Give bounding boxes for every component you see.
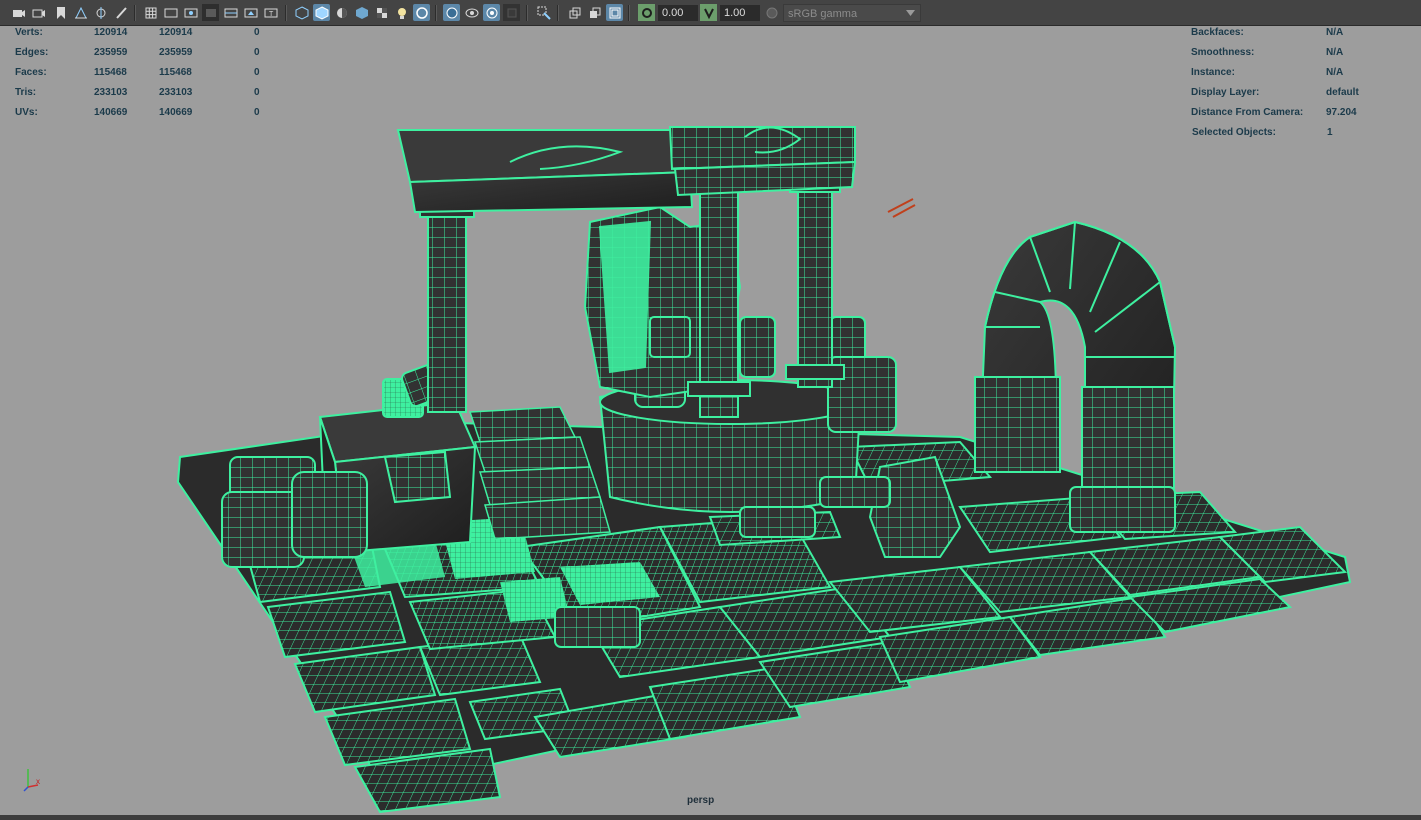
hud-value: N/A: [1326, 67, 1344, 78]
resolution-gate-icon[interactable]: [182, 4, 199, 21]
safe-title-icon[interactable]: T: [262, 4, 279, 21]
exposure-field[interactable]: 0.00: [658, 5, 698, 21]
xray-active-icon[interactable]: [443, 4, 460, 21]
hud-value: 1: [1327, 127, 1333, 138]
hud-value: 115468: [159, 67, 192, 78]
hud-value: N/A: [1326, 47, 1344, 58]
gate-mask-icon[interactable]: [202, 4, 219, 21]
textured-icon[interactable]: [353, 4, 370, 21]
bookmark-icon[interactable]: [52, 4, 69, 21]
color-space-value: sRGB gamma: [788, 8, 858, 20]
motion-blur-icon[interactable]: [586, 4, 603, 21]
hud-label-uvs: UVs:: [15, 107, 38, 118]
camera-attributes-icon[interactable]: [30, 4, 47, 21]
field-chart-icon[interactable]: [222, 4, 239, 21]
hud-value: 0: [254, 107, 260, 118]
hud-value: 97.204: [1326, 107, 1357, 118]
hud-label-instance: Instance:: [1191, 67, 1235, 78]
hud-value: 140669: [159, 107, 193, 118]
camera-name-label: persp: [687, 795, 715, 806]
hud-label-edges: Edges:: [15, 47, 49, 58]
axis-gizmo: x: [23, 769, 40, 792]
hud-value: 0: [254, 87, 260, 98]
hud-value: default: [1326, 87, 1359, 98]
camera-icon[interactable]: [10, 4, 27, 21]
hud-label-verts: Verts:: [15, 27, 43, 38]
grid-snap-icon[interactable]: [92, 4, 109, 21]
backface-icon[interactable]: [483, 4, 500, 21]
grid-icon[interactable]: [142, 4, 159, 21]
hud-value: 0: [254, 27, 260, 38]
xray-icon[interactable]: [413, 4, 430, 21]
lighting-icon[interactable]: [393, 4, 410, 21]
hud-value: 235959: [94, 47, 128, 58]
highlight-icon[interactable]: [535, 4, 552, 21]
default-material-icon[interactable]: [333, 4, 350, 21]
smooth-shade-icon[interactable]: [313, 4, 330, 21]
hud-value: 140669: [94, 107, 128, 118]
color-management-icon[interactable]: [763, 4, 780, 21]
light-gizmo[interactable]: [887, 198, 916, 218]
hud-value: 235959: [159, 47, 193, 58]
exposure-toggle-icon[interactable]: [638, 4, 655, 21]
grease-pencil-icon[interactable]: [112, 4, 129, 21]
viewport-toolbar: T 0.00 1.00 sRGB gamma: [0, 0, 1421, 26]
hud-label-smoothness: Smoothness:: [1191, 47, 1255, 58]
hud-value: 233103: [94, 87, 128, 98]
hud-value: 115468: [94, 67, 127, 78]
safe-action-icon[interactable]: [242, 4, 259, 21]
exposure-icon[interactable]: [606, 4, 623, 21]
svg-text:T: T: [269, 11, 274, 18]
hud-value: 233103: [159, 87, 193, 98]
hud-label-selected-objects: Selected Objects:: [1192, 127, 1276, 138]
image-plane-icon[interactable]: [72, 4, 89, 21]
toolbar-separator: [435, 5, 437, 21]
viewport-bottom-border: [0, 815, 1421, 820]
gamma-icon[interactable]: [700, 4, 717, 21]
film-gate-icon[interactable]: [162, 4, 179, 21]
isolate-select-icon[interactable]: [503, 4, 520, 21]
hud-value: 120914: [159, 27, 193, 38]
color-space-dropdown[interactable]: sRGB gamma: [783, 4, 921, 22]
axis-x-label: x: [36, 777, 40, 786]
toolbar-separator: [557, 5, 559, 21]
hud-label-backfaces: Backfaces:: [1191, 27, 1244, 38]
wireframe-icon[interactable]: [293, 4, 310, 21]
shadows-icon[interactable]: [373, 4, 390, 21]
toolbar-separator: [285, 5, 287, 21]
xray-joints-icon[interactable]: [463, 4, 480, 21]
toolbar-separator: [526, 5, 528, 21]
screen-space-ao-icon[interactable]: [566, 4, 583, 21]
viewport-3d[interactable]: x: [0, 27, 1421, 815]
toolbar-separator: [628, 5, 630, 21]
toolbar-separator: [134, 5, 136, 21]
chevron-down-icon: [906, 10, 915, 16]
hud-label-faces: Faces:: [15, 67, 47, 78]
hud-label-distance: Distance From Camera:: [1191, 107, 1304, 118]
gamma-field[interactable]: 1.00: [720, 5, 760, 21]
hud-label-tris: Tris:: [15, 87, 37, 98]
hud-value: 120914: [94, 27, 128, 38]
hud-label-display-layer: Display Layer:: [1191, 87, 1260, 98]
hud-value: 0: [254, 47, 260, 58]
hud-value: N/A: [1326, 27, 1344, 38]
hud-value: 0: [254, 67, 260, 78]
lintel: [396, 126, 857, 214]
